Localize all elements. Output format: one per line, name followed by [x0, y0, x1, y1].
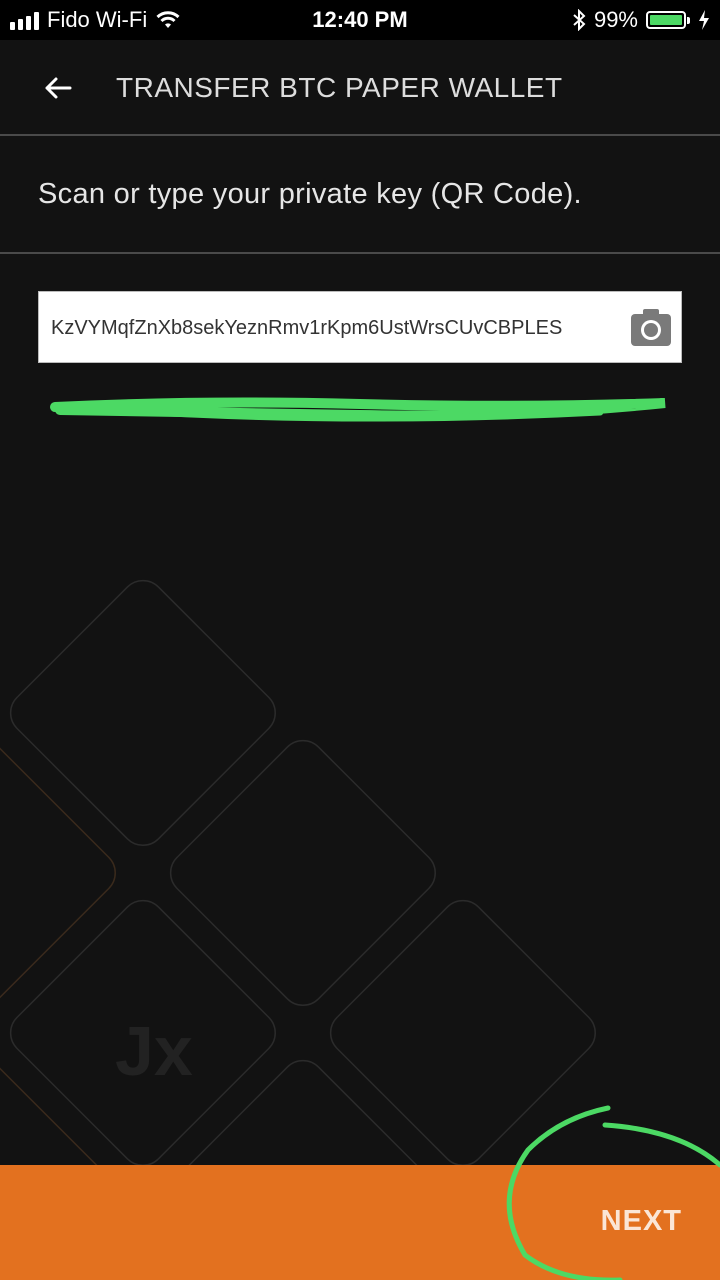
next-bar[interactable]: NEXT	[0, 1165, 720, 1280]
next-button[interactable]: NEXT	[601, 1205, 682, 1238]
watermark-logo: Jx	[115, 1012, 193, 1090]
back-button[interactable]	[38, 68, 78, 108]
redaction-scribble	[50, 397, 666, 421]
page-title: TRANSFER BTC PAPER WALLET	[116, 72, 563, 103]
private-key-input[interactable]	[49, 292, 588, 364]
instruction-text: Scan or type your private key (QR Code).	[38, 178, 582, 210]
camera-icon	[631, 309, 671, 346]
battery-percent: 99%	[593, 7, 638, 32]
back-arrow-icon	[45, 77, 72, 99]
charging-icon	[699, 10, 709, 30]
bluetooth-icon	[573, 9, 586, 31]
private-key-field	[38, 291, 682, 364]
background-pattern: Jx	[0, 579, 596, 1170]
status-bar: Fido Wi-Fi 12:40 PM 99%	[0, 0, 720, 40]
scan-qr-button[interactable]	[631, 308, 671, 346]
app-header: TRANSFER BTC PAPER WALLET	[0, 40, 720, 136]
instruction-section: Scan or type your private key (QR Code).	[0, 136, 720, 254]
battery-icon	[646, 11, 690, 29]
redaction-scribble	[116, 406, 604, 422]
